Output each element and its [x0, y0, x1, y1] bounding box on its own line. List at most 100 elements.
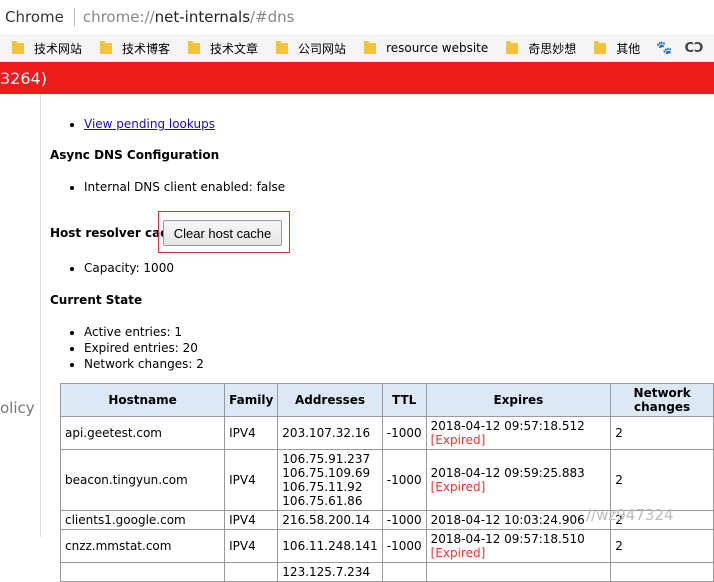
- hostname-cell: clients1.google.com: [61, 511, 225, 530]
- column-header: Addresses: [278, 384, 382, 417]
- column-header: Network changes: [611, 384, 714, 417]
- bookmark-label: 奇思妙想: [528, 40, 576, 57]
- table-row: 123.125.7.234: [61, 563, 714, 582]
- ttl-cell: -1000: [382, 530, 426, 563]
- expires-cell: 2018-04-12 09:57:18.510 [Expired]: [426, 530, 611, 563]
- bookmark-label: 技术文章: [210, 40, 258, 57]
- folder-icon: [188, 43, 200, 54]
- expires-cell: 2018-04-12 09:59:25.883 [Expired]: [426, 450, 611, 511]
- address: 106.75.61.86: [282, 494, 377, 508]
- family-cell: [225, 563, 278, 582]
- baidu-paw-icon[interactable]: 🐾: [656, 41, 672, 56]
- bookmark-folder[interactable]: 技术网站: [12, 40, 82, 57]
- addresses-cell: 106.11.248.141: [278, 530, 382, 563]
- addresses-cell: 106.75.91.237 106.75.109.69 106.75.11.92…: [278, 450, 382, 511]
- table-row: api.geetest.com IPV4 203.107.32.16 -1000…: [61, 417, 714, 450]
- address: 106.75.11.92: [282, 480, 377, 494]
- sidebar-divider: [40, 94, 41, 537]
- view-pending-lookups-link[interactable]: View pending lookups: [84, 117, 215, 131]
- table-row: cnzz.mmstat.com IPV4 106.11.248.141 -100…: [61, 530, 714, 563]
- bookmark-folder[interactable]: 其他: [594, 40, 640, 57]
- ttl-cell: [382, 563, 426, 582]
- expired-badge: [Expired]: [431, 480, 486, 494]
- network-changes-cell: [611, 563, 714, 582]
- expires-time: 2018-04-12 09:57:18.510: [431, 532, 585, 546]
- expired-badge: [Expired]: [431, 546, 486, 560]
- host-cache-table: Hostname Family Addresses TTL Expires Ne…: [60, 383, 714, 582]
- address-divider: [74, 8, 75, 26]
- async-list: Internal DNS client enabled: false: [50, 179, 285, 195]
- network-changes-cell: 2: [611, 450, 714, 511]
- column-header: Expires: [426, 384, 611, 417]
- status-header: 3264): [0, 62, 714, 94]
- addresses-cell: 123.125.7.234: [278, 563, 382, 582]
- list-item: Expired entries: 20: [84, 340, 204, 356]
- watermark: //wz947324: [586, 506, 674, 524]
- header-text: 3264): [0, 69, 47, 88]
- expired-badge: [Expired]: [431, 433, 486, 447]
- url-scheme: chrome://: [83, 8, 155, 26]
- folder-icon: [276, 43, 288, 54]
- url-hash: /#dns: [250, 8, 294, 26]
- cc-icon[interactable]: CↃ: [685, 41, 704, 56]
- folder-icon: [12, 43, 24, 54]
- hostname-cell: cnzz.mmstat.com: [61, 530, 225, 563]
- expires-time: 2018-04-12 09:57:18.512: [431, 419, 585, 433]
- list-item: Capacity: 1000: [84, 260, 174, 276]
- table-row: beacon.tingyun.com IPV4 106.75.91.237 10…: [61, 450, 714, 511]
- address-bar[interactable]: Chrome chrome://net-internals/#dns: [0, 0, 714, 35]
- family-cell: IPV4: [225, 417, 278, 450]
- list-item: View pending lookups: [84, 116, 215, 132]
- bookmarks-bar: 技术网站 技术博客 技术文章 公司网站 resource website 奇思妙…: [0, 34, 714, 62]
- family-cell: IPV4: [225, 511, 278, 530]
- address: 216.58.200.14: [282, 513, 377, 527]
- address: 123.125.7.234: [282, 565, 377, 579]
- bookmark-folder[interactable]: 技术文章: [188, 40, 258, 57]
- expires-time: 2018-04-12 09:59:25.883: [431, 466, 585, 480]
- current-state-title: Current State: [50, 293, 142, 307]
- bookmark-folder[interactable]: 公司网站: [276, 40, 346, 57]
- list-item: Network changes: 2: [84, 356, 204, 372]
- addresses-cell: 203.107.32.16: [278, 417, 382, 450]
- address: 106.11.248.141: [282, 539, 377, 553]
- bookmark-folder[interactable]: 奇思妙想: [506, 40, 576, 57]
- folder-icon: [364, 43, 376, 54]
- hostname-cell: [61, 563, 225, 582]
- bookmark-label: resource website: [386, 41, 488, 55]
- clear-host-cache-button[interactable]: Clear host cache: [163, 220, 282, 246]
- ttl-cell: -1000: [382, 450, 426, 511]
- column-header: Hostname: [61, 384, 225, 417]
- family-cell: IPV4: [225, 530, 278, 563]
- folder-icon: [506, 43, 518, 54]
- folder-icon: [594, 43, 606, 54]
- expires-cell: 2018-04-12 09:57:18.512 [Expired]: [426, 417, 611, 450]
- expires-time: 2018-04-12 10:03:24.906: [431, 513, 585, 527]
- addresses-cell: 216.58.200.14: [278, 511, 382, 530]
- address: 106.75.91.237: [282, 452, 377, 466]
- bookmark-folder[interactable]: resource website: [364, 41, 488, 55]
- address: 203.107.32.16: [282, 426, 377, 440]
- async-dns-title: Async DNS Configuration: [50, 148, 219, 162]
- capacity-list: Capacity: 1000: [50, 260, 174, 276]
- list-item: Active entries: 1: [84, 324, 204, 340]
- bookmark-folder[interactable]: 技术博客: [100, 40, 170, 57]
- list-item: Internal DNS client enabled: false: [84, 179, 285, 195]
- bookmark-label: 其他: [616, 40, 640, 57]
- expires-cell: [426, 563, 611, 582]
- hostname-cell: beacon.tingyun.com: [61, 450, 225, 511]
- ttl-cell: -1000: [382, 417, 426, 450]
- hostname-cell: api.geetest.com: [61, 417, 225, 450]
- table-header-row: Hostname Family Addresses TTL Expires Ne…: [61, 384, 714, 417]
- sidebar-item-policy[interactable]: olicy: [0, 399, 35, 417]
- family-cell: IPV4: [225, 450, 278, 511]
- column-header: Family: [225, 384, 278, 417]
- pending-list: View pending lookups: [50, 116, 215, 132]
- column-header: TTL: [382, 384, 426, 417]
- folder-icon: [100, 43, 112, 54]
- bookmark-label: 技术博客: [122, 40, 170, 57]
- bookmark-label: 技术网站: [34, 40, 82, 57]
- network-changes-cell: 2: [611, 530, 714, 563]
- state-list: Active entries: 1 Expired entries: 20 Ne…: [50, 324, 204, 372]
- app-name: Chrome: [5, 8, 64, 26]
- bookmark-label: 公司网站: [298, 40, 346, 57]
